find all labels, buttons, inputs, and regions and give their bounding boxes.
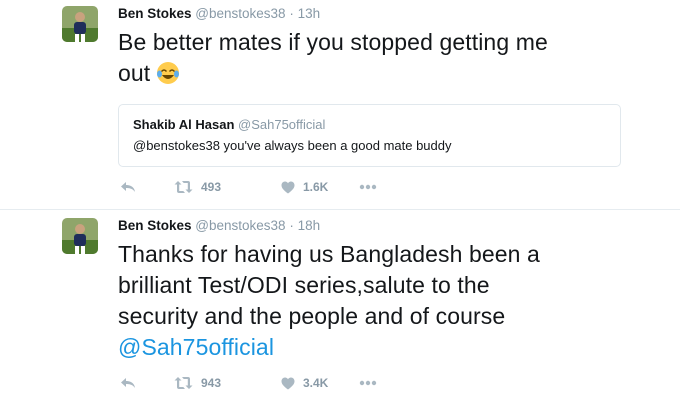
- retweet-button[interactable]: 493: [174, 177, 221, 197]
- like-icon: [281, 377, 295, 390]
- author-name[interactable]: Ben Stokes: [118, 218, 192, 233]
- author-handle[interactable]: @benstokes38: [195, 218, 285, 233]
- tweet-text-line-with-emoji: out: [118, 58, 658, 89]
- avatar[interactable]: [62, 218, 98, 254]
- retweet-icon: [174, 376, 193, 390]
- more-icon: [359, 380, 377, 386]
- retweet-icon: [174, 180, 193, 194]
- author-name[interactable]: Ben Stokes: [118, 6, 192, 21]
- reply-button[interactable]: [120, 373, 136, 393]
- reply-icon: [120, 180, 136, 194]
- tweet-header: Ben Stokes @benstokes38 · 13h: [118, 6, 320, 21]
- tweet-actions: 943 3.4K: [118, 373, 418, 393]
- tweet[interactable]: Ben Stokes @benstokes38 · 13h Be better …: [0, 0, 680, 210]
- like-count: 3.4K: [303, 376, 329, 390]
- tweet-text-line: brilliant Test/ODI series,salute to the: [118, 272, 490, 298]
- reply-button[interactable]: [120, 177, 136, 197]
- tweet-text-line: Thanks for having us Bangladesh been a: [118, 241, 540, 267]
- tweet-text: Be better mates if you stopped getting m…: [118, 27, 658, 89]
- quote-author-name: Shakib Al Hasan: [133, 117, 235, 132]
- quote-header: Shakib Al Hasan @Sah75official: [133, 117, 606, 132]
- tweet-text-line: out: [118, 60, 151, 86]
- retweet-count: 943: [201, 376, 222, 390]
- like-button[interactable]: 3.4K: [281, 373, 328, 393]
- retweet-button[interactable]: 943: [174, 373, 221, 393]
- mention-link[interactable]: @Sah75official: [118, 334, 274, 360]
- more-button[interactable]: [359, 373, 377, 393]
- tweet-text-line: Be better mates if you stopped getting m…: [118, 29, 548, 55]
- separator: ·: [289, 218, 294, 233]
- tweet-text: Thanks for having us Bangladesh been a b…: [118, 239, 658, 363]
- face-with-tears-of-joy-icon: [156, 61, 180, 85]
- like-button[interactable]: 1.6K: [281, 177, 328, 197]
- avatar[interactable]: [62, 6, 98, 42]
- tweet-header: Ben Stokes @benstokes38 · 18h: [118, 218, 320, 233]
- like-count: 1.6K: [303, 180, 329, 194]
- tweet[interactable]: Ben Stokes @benstokes38 · 18h Thanks for…: [0, 210, 680, 402]
- author-handle[interactable]: @benstokes38: [195, 6, 285, 21]
- timestamp[interactable]: 13h: [298, 6, 321, 21]
- quote-text: @benstokes38 you've always been a good m…: [133, 138, 452, 153]
- quoted-tweet[interactable]: Shakib Al Hasan @Sah75official @benstoke…: [118, 104, 621, 167]
- more-icon: [359, 184, 377, 190]
- like-icon: [281, 181, 295, 194]
- more-button[interactable]: [359, 177, 377, 197]
- separator: ·: [289, 6, 294, 21]
- timestamp[interactable]: 18h: [298, 218, 321, 233]
- retweet-count: 493: [201, 180, 222, 194]
- tweet-actions: 493 1.6K: [118, 177, 418, 197]
- tweet-text-line: security and the people and of course: [118, 303, 506, 329]
- reply-icon: [120, 376, 136, 390]
- quote-author-handle: @Sah75official: [238, 117, 326, 132]
